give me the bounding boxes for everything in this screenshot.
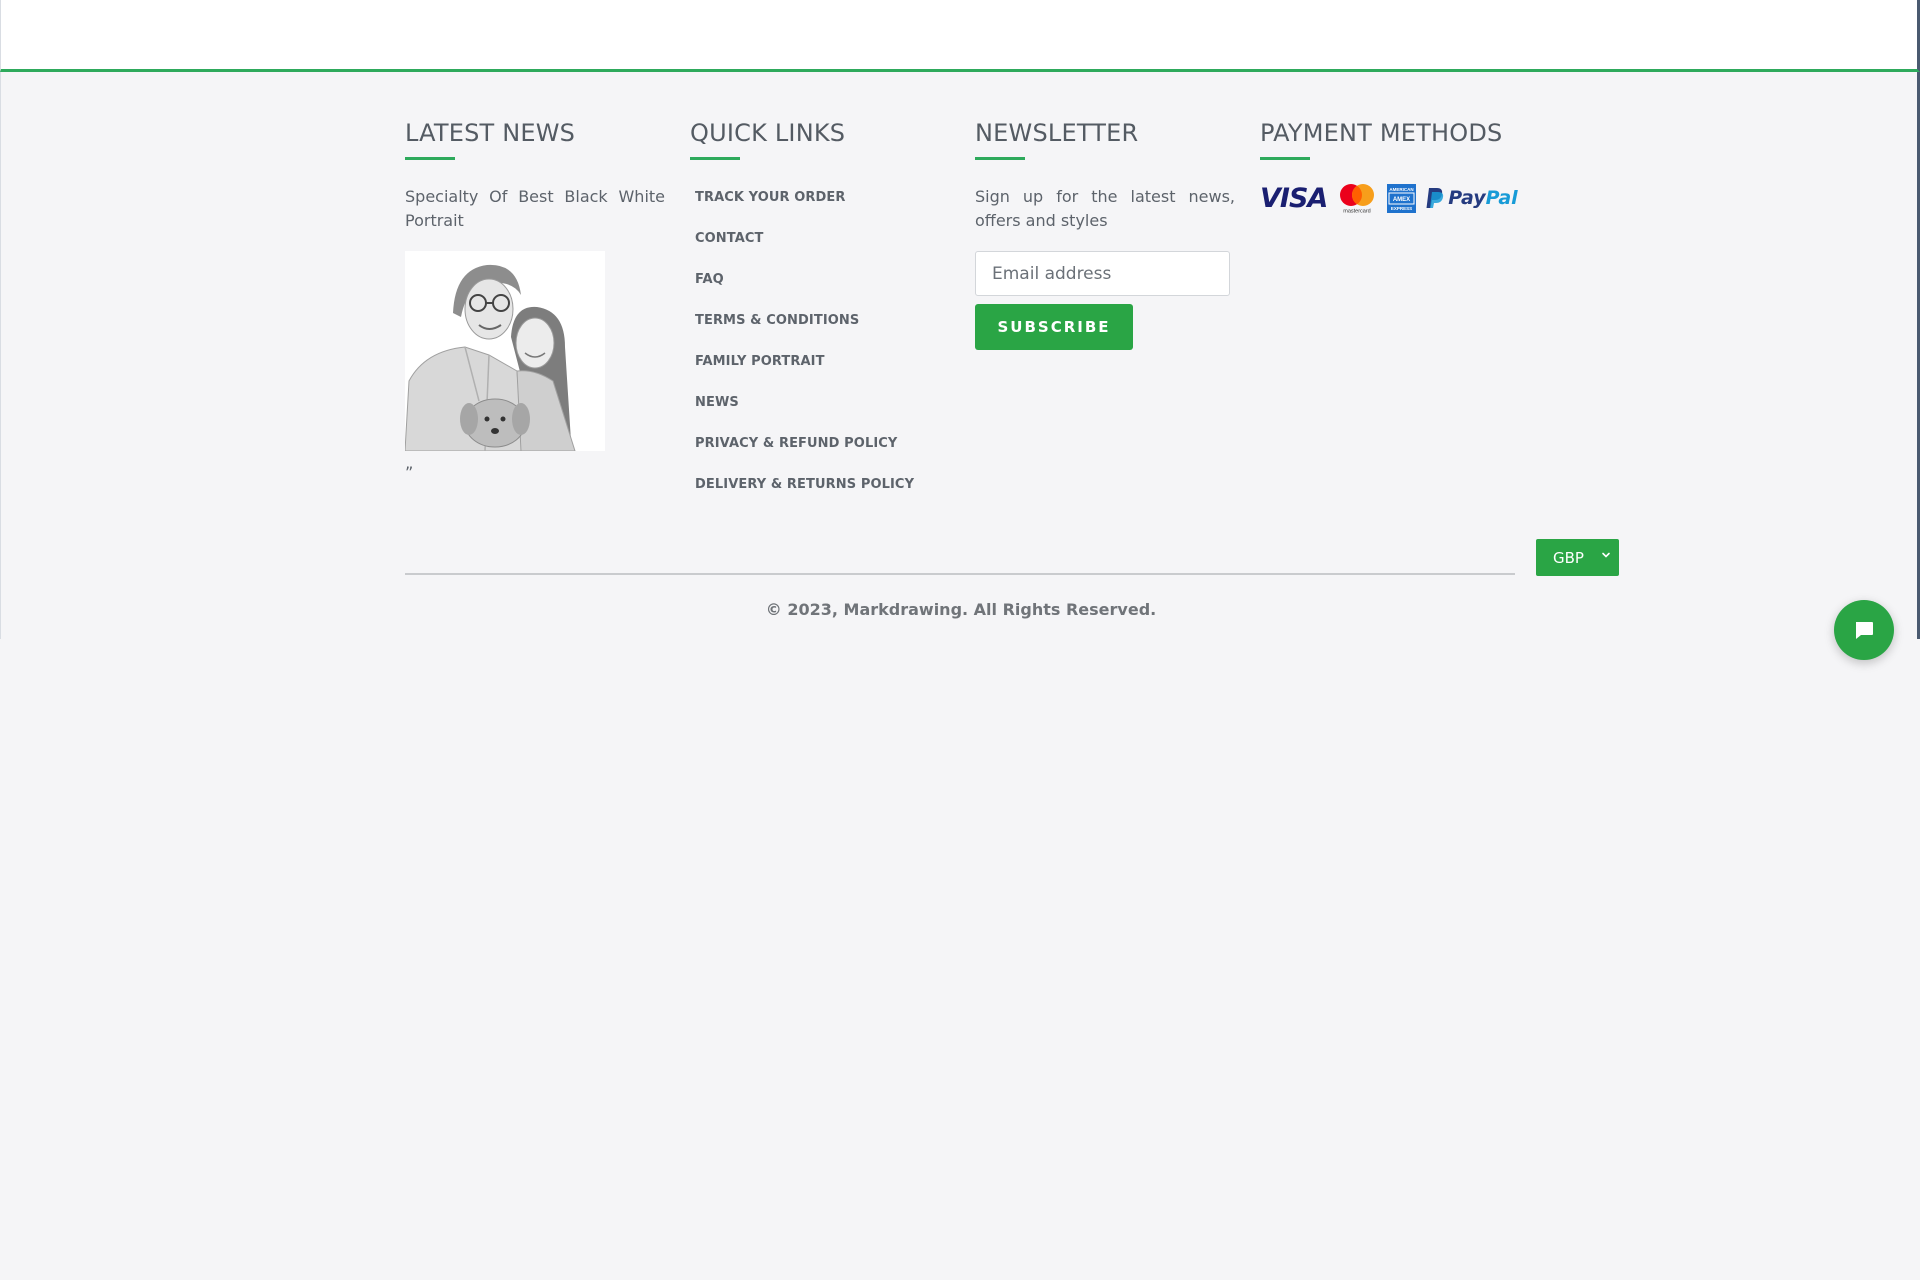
link-privacy-refund-policy[interactable]: PRIVACY & REFUND POLICY	[695, 436, 897, 451]
list-item: TERMS & CONDITIONS	[695, 309, 950, 350]
visa-icon: VISA	[1260, 182, 1328, 214]
list-item: DELIVERY & RETURNS POLICY	[695, 473, 950, 514]
payment-icons: VISA mastercard AMERICAN AMEX EXPRESS Pa…	[1260, 182, 1560, 215]
newsletter-section: NEWSLETTER Sign up for the latest news, …	[975, 118, 1235, 351]
newsletter-description: Sign up for the latest news, offers and …	[975, 187, 1235, 231]
site-footer: LATEST NEWS Specialty Of Best Black Whit…	[0, 72, 1920, 660]
list-item: PRIVACY & REFUND POLICY	[695, 432, 950, 473]
title-underline	[975, 157, 1025, 161]
subscribe-button[interactable]: SUBSCRIBE	[975, 304, 1133, 351]
quick-links-list: TRACK YOUR ORDER CONTACT FAQ TERMS & CON…	[690, 186, 950, 514]
chevron-down-icon	[1602, 552, 1610, 558]
link-family-portrait[interactable]: FAMILY PORTRAIT	[695, 354, 825, 369]
title-underline	[405, 157, 455, 161]
svg-text:AMERICAN: AMERICAN	[1390, 187, 1414, 192]
paypal-icon: PayPal	[1426, 187, 1518, 209]
list-item: CONTACT	[695, 227, 950, 268]
payment-methods-title: PAYMENT METHODS	[1260, 119, 1503, 147]
svg-text:mastercard: mastercard	[1344, 209, 1372, 215]
news-post-title[interactable]: Specialty Of Best Black White Portrait	[405, 185, 665, 233]
title-underline	[690, 157, 740, 161]
link-track-your-order[interactable]: TRACK YOUR ORDER	[695, 190, 846, 205]
copyright-text: © 2023, Markdrawing. All Rights Reserved…	[765, 600, 1157, 619]
chat-button[interactable]	[1834, 600, 1894, 660]
email-input[interactable]	[975, 251, 1230, 297]
link-contact[interactable]: CONTACT	[695, 231, 764, 246]
svg-text:AMEX: AMEX	[1393, 197, 1410, 203]
list-item: FAQ	[695, 268, 950, 309]
chat-bubble-icon	[1856, 622, 1873, 639]
link-terms-conditions[interactable]: TERMS & CONDITIONS	[695, 313, 859, 328]
link-delivery-returns-policy[interactable]: DELIVERY & RETURNS POLICY	[695, 477, 914, 492]
amex-icon: AMERICAN AMEX EXPRESS	[1387, 183, 1417, 213]
svg-text:EXPRESS: EXPRESS	[1391, 206, 1412, 211]
list-item: TRACK YOUR ORDER	[695, 186, 950, 227]
latest-news-section: LATEST NEWS Specialty Of Best Black Whit…	[405, 118, 665, 482]
quote-mark: ”	[405, 463, 414, 483]
link-news[interactable]: NEWS	[695, 395, 739, 410]
list-item: FAMILY PORTRAIT	[695, 350, 950, 391]
quick-links-title: QUICK LINKS	[690, 119, 846, 147]
newsletter-title: NEWSLETTER	[975, 119, 1139, 147]
currency-value: GBP	[1553, 548, 1584, 567]
mastercard-icon: mastercard	[1340, 184, 1375, 215]
list-item: NEWS	[695, 391, 950, 432]
latest-news-title: LATEST NEWS	[405, 119, 576, 147]
title-underline	[1260, 157, 1310, 161]
news-portrait-image[interactable]	[405, 251, 605, 452]
quick-links-section: QUICK LINKS TRACK YOUR ORDER CONTACT FAQ…	[690, 118, 950, 514]
currency-selector[interactable]: GBP	[1536, 539, 1619, 576]
header-bar	[0, 0, 1920, 72]
link-faq[interactable]: FAQ	[695, 272, 724, 287]
payment-methods-section: PAYMENT METHODS VISA mastercard AMERICAN…	[1260, 118, 1560, 214]
footer-divider	[405, 573, 1515, 575]
